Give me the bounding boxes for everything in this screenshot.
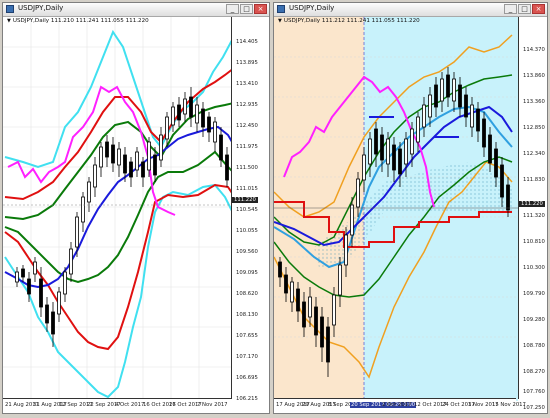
price-tick: 109.560 bbox=[236, 249, 258, 255]
price-tick: 111.320 bbox=[523, 213, 545, 219]
chart-symbol-label: USDJPY,Daily bbox=[12, 18, 50, 24]
current-price-tag: 111.220 bbox=[519, 201, 545, 207]
price-tick: 108.130 bbox=[236, 312, 258, 318]
close-button[interactable]: × bbox=[254, 4, 267, 14]
price-tick: 106.215 bbox=[236, 396, 258, 402]
price-tick: 111.830 bbox=[523, 177, 545, 183]
price-tick: 110.055 bbox=[236, 228, 258, 234]
price-tick: 112.935 bbox=[236, 102, 258, 108]
dropdown-triangle-icon: ▼ bbox=[278, 18, 282, 24]
price-tick: 109.790 bbox=[523, 291, 545, 297]
price-tick: 111.500 bbox=[236, 165, 258, 171]
price-tick: 113.860 bbox=[523, 73, 545, 79]
price-tick: 107.655 bbox=[236, 333, 258, 339]
price-tick: 114.405 bbox=[236, 39, 258, 45]
price-tick: 110.810 bbox=[523, 239, 545, 245]
price-tick: 108.780 bbox=[523, 343, 545, 349]
time-axis[interactable]: 17 Aug 2017 29 Aug 2017 8 Sep 2017 20 Se… bbox=[274, 398, 526, 413]
maximize-button[interactable]: □ bbox=[518, 4, 531, 14]
price-tick: 107.250 bbox=[523, 405, 545, 411]
price-tick: 112.850 bbox=[523, 125, 545, 131]
minimize-button[interactable]: _ bbox=[504, 4, 517, 14]
window-titlebar[interactable]: USDJPY,Daily _ □ × bbox=[274, 3, 547, 17]
bollinger-1-lower bbox=[4, 150, 231, 284]
time-label: 4 Oct 2017 bbox=[115, 402, 145, 408]
minimize-button[interactable]: _ bbox=[226, 4, 239, 14]
chart-ohlc-values: 111.212 111.241 111.055 111.220 bbox=[321, 18, 420, 24]
price-tick: 109.280 bbox=[523, 317, 545, 323]
window-title: USDJPY,Daily bbox=[18, 4, 64, 12]
price-tick: 112.450 bbox=[236, 123, 258, 129]
current-price-tag: 111.220 bbox=[232, 197, 258, 203]
price-tick: 113.360 bbox=[523, 99, 545, 105]
chart-window-icon bbox=[6, 5, 14, 13]
price-tick: 106.695 bbox=[236, 375, 258, 381]
price-tick: 113.410 bbox=[236, 81, 258, 87]
price-axis[interactable]: 114.370 113.860 113.360 112.850 112.340 … bbox=[518, 17, 547, 411]
dropdown-triangle-icon: ▼ bbox=[7, 18, 11, 24]
window-title: USDJPY,Daily bbox=[289, 4, 335, 12]
price-tick: 111.975 bbox=[236, 144, 258, 150]
price-tick: 114.370 bbox=[523, 47, 545, 53]
time-label: 7 Nov 2017 bbox=[197, 402, 228, 408]
window-titlebar[interactable]: USDJPY,Daily _ □ × bbox=[3, 3, 269, 17]
price-tick: 108.620 bbox=[236, 291, 258, 297]
time-axis[interactable]: 21 Aug 2017 31 Aug 2017 12 Sep 2017 22 S… bbox=[3, 398, 231, 413]
price-tick: 109.095 bbox=[236, 270, 258, 276]
price-tick: 110.545 bbox=[236, 207, 258, 213]
price-axis[interactable]: 114.405 113.895 113.410 112.935 112.450 … bbox=[231, 17, 269, 402]
price-chart-area[interactable] bbox=[274, 17, 518, 401]
candlestick-series bbox=[15, 87, 229, 347]
price-tick: 108.270 bbox=[523, 369, 545, 375]
price-chart-area[interactable] bbox=[3, 17, 231, 400]
time-label: 2 Oct 2017 bbox=[382, 402, 412, 408]
price-tick: 107.760 bbox=[523, 389, 545, 395]
bollinger-outer-lower bbox=[4, 183, 231, 399]
chart-window-icon bbox=[277, 5, 285, 13]
chart-ohlc-values: 111.210 111.241 111.055 111.220 bbox=[50, 18, 149, 24]
maximize-button[interactable]: □ bbox=[240, 4, 253, 14]
price-tick: 110.300 bbox=[523, 265, 545, 271]
chart-symbol-label: USDJPY,Daily bbox=[283, 18, 321, 24]
close-button[interactable]: × bbox=[532, 4, 545, 14]
chart-window-usdjpy-right[interactable]: USDJPY,Daily _ □ × ▼ USDJPY,Daily 111.212… bbox=[273, 2, 548, 414]
chart-info-line: ▼ USDJPY,Daily 111.212 111.241 111.055 11… bbox=[278, 18, 420, 24]
price-tick: 112.340 bbox=[523, 151, 545, 157]
time-label: 15 Nov 2017 bbox=[492, 402, 526, 408]
price-tick: 113.895 bbox=[236, 60, 258, 66]
chart-info-line: ▼ USDJPY,Daily 111.210 111.241 111.055 11… bbox=[7, 18, 149, 24]
price-tick: 111.015 bbox=[236, 186, 258, 192]
price-tick: 107.170 bbox=[236, 354, 258, 360]
bollinger-2-lower bbox=[4, 183, 231, 351]
chart-window-usdjpy-left[interactable]: USDJPY,Daily _ □ × ▼ USDJPY,Daily 111.210… bbox=[2, 2, 270, 414]
